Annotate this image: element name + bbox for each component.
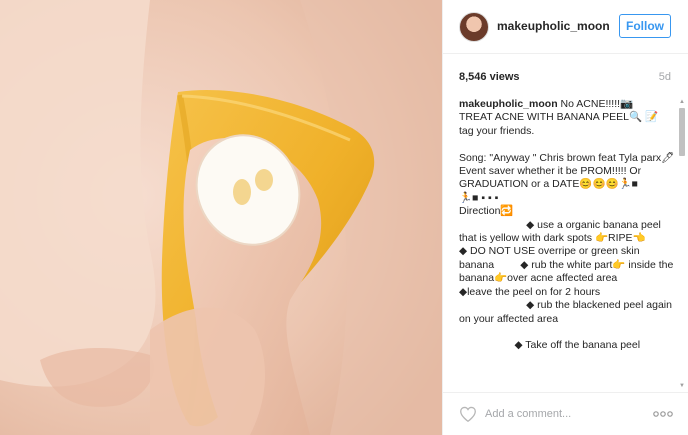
post-media[interactable] bbox=[0, 0, 442, 435]
view-count: 8,546 views bbox=[459, 71, 520, 83]
caption: makeupholic_moon No ACNE!!!!!📷 TREAT ACN… bbox=[459, 98, 677, 353]
follow-button[interactable]: Follow bbox=[619, 14, 671, 38]
heart-icon[interactable] bbox=[459, 406, 477, 422]
comment-bar bbox=[443, 392, 688, 435]
post-side-panel: makeupholic_moon Follow 8,546 views 5d m… bbox=[442, 0, 688, 435]
post-header: makeupholic_moon Follow bbox=[443, 0, 688, 54]
scroll-thumb[interactable] bbox=[679, 108, 685, 156]
comment-input[interactable] bbox=[485, 404, 635, 424]
caption-username[interactable]: makeupholic_moon bbox=[459, 98, 558, 110]
post-stats: 8,546 views 5d bbox=[443, 54, 688, 98]
caption-container[interactable]: makeupholic_moon No ACNE!!!!!📷 TREAT ACN… bbox=[443, 98, 688, 390]
post-username[interactable]: makeupholic_moon bbox=[497, 19, 610, 33]
scroll-up-arrow-icon[interactable]: ▲ bbox=[678, 98, 686, 106]
post-photo bbox=[0, 0, 442, 435]
more-options-icon[interactable] bbox=[653, 407, 673, 421]
avatar[interactable] bbox=[459, 12, 489, 42]
scroll-down-arrow-icon[interactable]: ▼ bbox=[678, 382, 686, 390]
caption-text: No ACNE!!!!!📷 TREAT ACNE WITH BANANA PEE… bbox=[459, 98, 675, 352]
post-age[interactable]: 5d bbox=[659, 71, 671, 83]
caption-scrollbar[interactable]: ▲ ▼ bbox=[678, 98, 686, 390]
